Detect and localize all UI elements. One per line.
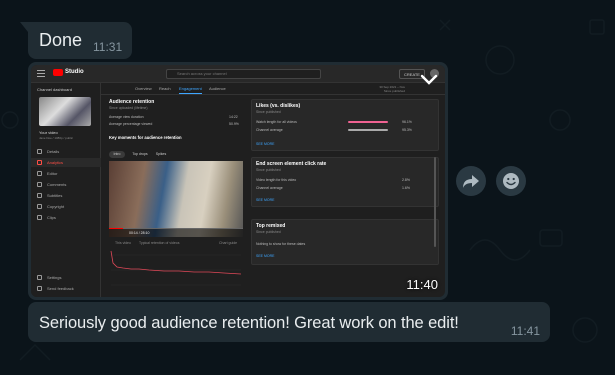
end-screen-row-label: Video length for this video (256, 178, 297, 182)
sidebar-item-label: Copyright (47, 204, 65, 209)
likes-row-label: Watch length for all videos (256, 120, 297, 124)
likes-subtitle: Since published (256, 110, 281, 114)
sidebar-item-feedback: Send feedback (31, 284, 101, 293)
message-time: 11:40 (406, 277, 438, 292)
end-screen-title: End screen element click rate (256, 161, 327, 167)
retention-subtitle: Since uploaded (lifetime) (109, 106, 148, 110)
studio-search-placeholder: Search across your channel (177, 71, 227, 76)
sidebar-item-analytics: Analytics (31, 158, 101, 167)
sidebar-item-label: Subtitles (47, 193, 63, 198)
channel-avg-bar (348, 129, 388, 131)
clips-icon (37, 215, 42, 220)
sidebar-item-copyright: Copyright (31, 202, 101, 211)
studio-logo-text: Studio (65, 69, 84, 75)
comments-icon (37, 182, 42, 187)
sidebar-item-settings: Settings (31, 273, 101, 282)
youtube-logo-icon (53, 69, 63, 76)
screenshot-image[interactable]: Studio Search across your channel CREATE… (31, 65, 445, 297)
retention-row-label: Average percentage viewed (109, 122, 153, 126)
end-screen-card: End screen element click rate Since publ… (251, 157, 439, 207)
react-button[interactable] (496, 166, 526, 196)
top-remixed-card: Top remixed Since published Nothing to s… (251, 219, 439, 265)
feedback-icon (37, 286, 42, 291)
likes-row-value: 95.3% (402, 128, 412, 132)
pill-top-drops: Top drops (132, 152, 148, 156)
editor-icon (37, 171, 42, 176)
sidebar-item-comments: Comments (31, 180, 101, 189)
sidebar-item-label: Clips (47, 215, 56, 220)
sidebar-item-subtitles: Subtitles (31, 191, 101, 200)
retention-video-player (109, 161, 243, 237)
chevron-down-icon[interactable] (420, 74, 438, 86)
message-bubble-praise[interactable]: Seriously good audience retention! Great… (28, 302, 550, 342)
tab-engagement: Engagement (179, 86, 202, 94)
sidebar-item-editor: Editor (31, 169, 101, 178)
forward-button[interactable] (456, 166, 486, 196)
video-controls: 00:14 / 28:10 (109, 229, 243, 237)
likes-see-more: SEE MORE (256, 142, 275, 146)
sidebar-item-clips: Clips (31, 213, 101, 222)
hamburger-menu-icon (37, 70, 45, 77)
tab-audience: Audience (209, 86, 226, 91)
retention-title: Audience retention (109, 99, 155, 105)
forward-icon (463, 175, 479, 188)
details-icon (37, 149, 42, 154)
sidebar-item-label: Analytics (47, 160, 64, 165)
studio-sidebar: Channel dashboard Your video Jane Doe / … (31, 83, 101, 297)
retention-graph (110, 250, 242, 286)
studio-tabs: Overview Reach Engagement Audience 30 Se… (101, 83, 445, 95)
analytics-icon (37, 160, 42, 165)
subtitles-icon (37, 193, 42, 198)
message-bubble-image[interactable]: Studio Search across your channel CREATE… (28, 62, 448, 300)
tab-reach: Reach (159, 86, 171, 91)
message-time: 11:41 (510, 324, 540, 338)
retention-row-value: 50.9% (229, 122, 239, 126)
video-title: Your video (39, 130, 58, 135)
copyright-icon (37, 204, 42, 209)
retention-row-label: Average view duration (109, 115, 144, 119)
tab-overview: Overview (135, 86, 152, 91)
pill-spikes: Spikes (155, 152, 167, 156)
channel-dashboard-link: Channel dashboard (37, 87, 72, 92)
top-remixed-title: Top remixed (256, 223, 286, 229)
message-text: Done (39, 30, 83, 50)
sidebar-item-details: Details (31, 147, 101, 156)
end-screen-subtitle: Since published (256, 168, 281, 172)
message-text: Seriously good audience retention! Great… (39, 314, 459, 332)
studio-search-box: Search across your channel (166, 69, 321, 79)
top-remixed-note: Nothing to show for these dates (256, 242, 306, 246)
top-remixed-subtitle: Since published (256, 230, 281, 234)
emoji-icon (503, 173, 519, 189)
key-moments-title: Key moments for audience retention (109, 135, 182, 140)
end-screen-row-value: 2.8% (402, 178, 410, 182)
sidebar-item-label: Send feedback (47, 286, 74, 291)
end-screen-see-more: SEE MORE (256, 198, 275, 202)
message-bubble-done[interactable]: Done 11:31 (20, 22, 132, 59)
sidebar-item-label: Comments (47, 182, 67, 187)
video-time: 00:14 / 28:10 (129, 231, 150, 235)
end-screen-row-value: 1.6% (402, 186, 410, 190)
scrollbar (434, 157, 436, 247)
likes-row-value: 96.1% (402, 120, 412, 124)
message-time: 11:31 (93, 40, 123, 54)
top-remixed-see-more: SEE MORE (256, 254, 275, 258)
sidebar-item-label: Editor (47, 171, 58, 176)
studio-topbar: Studio Search across your channel CREATE (31, 65, 445, 83)
sidebar-item-label: Details (47, 149, 60, 154)
gear-icon (37, 275, 42, 280)
video-thumbnail (39, 97, 91, 126)
likes-bar (348, 121, 388, 123)
likes-row-label: Channel average (256, 128, 283, 132)
video-subtitle: Jane Doe / 1080p / public (39, 136, 74, 140)
bubble-tail (20, 22, 28, 32)
pill-intro: Intro (109, 151, 125, 158)
end-screen-row-label: Channel average (256, 186, 283, 190)
engagement-cards: Likes (vs. dislikes) Since published Wat… (251, 97, 439, 297)
likes-card: Likes (vs. dislikes) Since published Wat… (251, 99, 439, 151)
date-range-selector: 30 Sep 2021 – Nov Since published (379, 85, 405, 93)
likes-title: Likes (vs. dislikes) (256, 103, 301, 109)
retention-row-value: 14:22 (229, 115, 238, 119)
sidebar-item-label: Settings (47, 275, 62, 280)
